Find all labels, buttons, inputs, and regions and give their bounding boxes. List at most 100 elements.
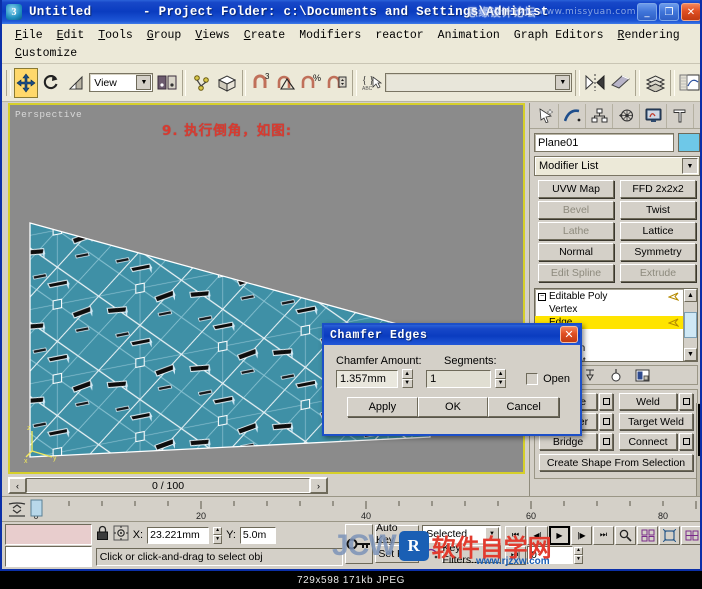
- go-to-start-icon[interactable]: ⏮: [505, 525, 526, 545]
- chamfer-amount-spinner[interactable]: ▲ ▼: [401, 369, 413, 388]
- show-end-result-icon[interactable]: [608, 367, 624, 383]
- percent-snap-icon[interactable]: %: [300, 68, 324, 98]
- time-slider-value[interactable]: 0 / 100: [26, 478, 310, 493]
- auto-key-button[interactable]: Auto Key: [375, 522, 420, 546]
- modifier-stack-item-editable-poly[interactable]: − Editable Poly: [535, 290, 683, 303]
- menu-item-graph-editors[interactable]: Graph Editors: [507, 27, 611, 45]
- utilities-tab-icon[interactable]: [667, 103, 694, 128]
- chevron-down-icon-2[interactable]: ▼: [555, 75, 571, 90]
- motion-tab-icon[interactable]: [613, 103, 640, 128]
- key-filters-button[interactable]: Key Filters...: [441, 542, 501, 566]
- create-tab-icon[interactable]: [532, 103, 559, 128]
- select-and-link-icon[interactable]: [189, 68, 213, 98]
- scroll-up-icon[interactable]: ▲: [684, 289, 697, 302]
- named-selection-set-combo[interactable]: ▼: [384, 73, 573, 92]
- segments-spinner[interactable]: ▲ ▼: [495, 369, 507, 388]
- mirror-objects-icon[interactable]: [583, 68, 607, 98]
- use-pivot-center-icon[interactable]: [154, 68, 178, 98]
- zoom-extents-icon[interactable]: [659, 525, 680, 545]
- minimize-button[interactable]: _: [637, 3, 657, 21]
- chevron-down-icon-modlist[interactable]: ▼: [682, 158, 698, 174]
- absolute-relative-mode-icon[interactable]: [113, 525, 129, 546]
- curve-editor-icon[interactable]: [678, 68, 700, 98]
- track-bar[interactable]: 0 20 40 60 80: [2, 496, 700, 523]
- play-animation-icon[interactable]: ▶: [549, 525, 570, 545]
- chevron-down-icon[interactable]: ▼: [136, 75, 152, 90]
- named-selection-sets-icon[interactable]: { } ABC: [360, 68, 384, 98]
- selection-filter-combo[interactable]: Selected ▼: [422, 525, 501, 543]
- angle-snap-icon[interactable]: [274, 68, 298, 98]
- menu-item-create[interactable]: Create: [237, 27, 292, 45]
- time-slider[interactable]: ‹ 0 / 100 ›: [8, 477, 328, 494]
- time-slider-prev-icon[interactable]: ‹: [9, 478, 26, 493]
- previous-frame-icon[interactable]: ◀|: [527, 525, 548, 545]
- mini-listener[interactable]: [5, 524, 92, 567]
- hierarchy-tab-icon[interactable]: [586, 103, 613, 128]
- extrude-settings-button[interactable]: [599, 393, 613, 410]
- menu-item-edit[interactable]: Edit: [50, 27, 92, 45]
- object-name-field[interactable]: Plane01: [534, 133, 674, 152]
- connect-button[interactable]: Connect: [619, 433, 677, 450]
- configure-sets-icon[interactable]: [634, 367, 650, 383]
- key-mode-toggle-button[interactable]: [345, 524, 373, 564]
- select-and-move-icon[interactable]: [13, 67, 38, 98]
- modifier-list-dropdown[interactable]: Modifier List ▼: [534, 156, 700, 176]
- pin-stack-icon[interactable]: [582, 367, 598, 383]
- chamfer-settings-button[interactable]: [599, 413, 613, 430]
- segments-input[interactable]: 1: [426, 369, 492, 388]
- connect-settings-button[interactable]: [679, 433, 693, 450]
- menu-item-group[interactable]: Group: [140, 27, 189, 45]
- next-frame-icon[interactable]: |▶: [571, 525, 592, 545]
- modifier-button-twist[interactable]: Twist: [620, 201, 696, 219]
- open-mini-curve-editor-icon[interactable]: [8, 501, 26, 523]
- reference-coord-system-combo[interactable]: View ▼: [89, 73, 154, 92]
- ok-button[interactable]: OK: [417, 397, 489, 417]
- maximize-button[interactable]: ❐: [659, 3, 679, 21]
- zoom-all-icon[interactable]: [637, 525, 658, 545]
- weld-button[interactable]: Weld: [619, 393, 677, 410]
- go-to-end-icon[interactable]: ⏭: [593, 525, 614, 545]
- current-frame-jump-icon[interactable]: ⏭|: [505, 545, 526, 565]
- menu-item-rendering[interactable]: Rendering: [611, 27, 687, 45]
- menu-item-views[interactable]: Views: [188, 27, 237, 45]
- scrollbar-thumb[interactable]: [684, 312, 697, 338]
- filters-curve-icon[interactable]: [422, 544, 439, 565]
- menu-item-reactor[interactable]: reactor: [368, 27, 430, 45]
- object-color-swatch[interactable]: [678, 133, 700, 152]
- select-and-scale-icon[interactable]: [64, 68, 88, 98]
- menu-item-file[interactable]: File: [8, 27, 50, 45]
- chevron-down-icon-filter[interactable]: ▼: [485, 527, 499, 541]
- modifier-button-lattice[interactable]: Lattice: [620, 222, 696, 240]
- current-frame-spinner[interactable]: ▲ ▼: [574, 546, 583, 564]
- x-coordinate-spinner[interactable]: ▲ ▼: [213, 526, 223, 544]
- modifier-stack-scrollbar[interactable]: ▲ ▼: [683, 289, 697, 361]
- cancel-button[interactable]: Cancel: [488, 397, 560, 417]
- maxscript-listener-pink-pane[interactable]: [5, 524, 92, 545]
- spinner-snap-icon[interactable]: [325, 68, 349, 98]
- y-coordinate-field[interactable]: 5.0m: [239, 526, 276, 544]
- modifier-button-symmetry[interactable]: Symmetry: [620, 243, 696, 261]
- maxscript-listener-white-pane[interactable]: [5, 546, 92, 567]
- modifier-button-uvw-map[interactable]: UVW Map: [538, 180, 614, 198]
- menu-item-customize[interactable]: Customize: [8, 45, 84, 63]
- open-checkbox[interactable]: [526, 372, 539, 385]
- snaps-toggle-icon[interactable]: 3: [249, 68, 273, 98]
- menu-item-modifiers[interactable]: Modifiers: [292, 27, 368, 45]
- open-checkbox-row[interactable]: Open: [526, 372, 570, 385]
- align-objects-icon[interactable]: [608, 68, 632, 98]
- scroll-down-icon[interactable]: ▼: [684, 348, 697, 361]
- menu-item-animation[interactable]: Animation: [431, 27, 507, 45]
- expand-collapse-icon[interactable]: −: [538, 292, 546, 301]
- chamfer-amount-input[interactable]: 1.357mm: [336, 369, 398, 388]
- bridge-settings-button[interactable]: [599, 433, 613, 450]
- target-weld-button[interactable]: Target Weld: [619, 413, 693, 430]
- x-coordinate-field[interactable]: 23.221mm: [147, 526, 210, 544]
- dialog-close-button[interactable]: ✕: [560, 326, 578, 343]
- modifier-stack-item-vertex[interactable]: Vertex: [535, 303, 683, 316]
- field-of-view-icon[interactable]: [681, 525, 700, 545]
- modifier-button-normal[interactable]: Normal: [538, 243, 614, 261]
- chamfer-edges-dialog[interactable]: Chamfer Edges ✕ Chamfer Amount: Segments…: [322, 323, 582, 436]
- current-frame-field[interactable]: 0: [527, 546, 573, 564]
- create-shape-from-selection-button[interactable]: Create Shape From Selection: [539, 454, 693, 471]
- select-and-rotate-icon[interactable]: [39, 68, 63, 98]
